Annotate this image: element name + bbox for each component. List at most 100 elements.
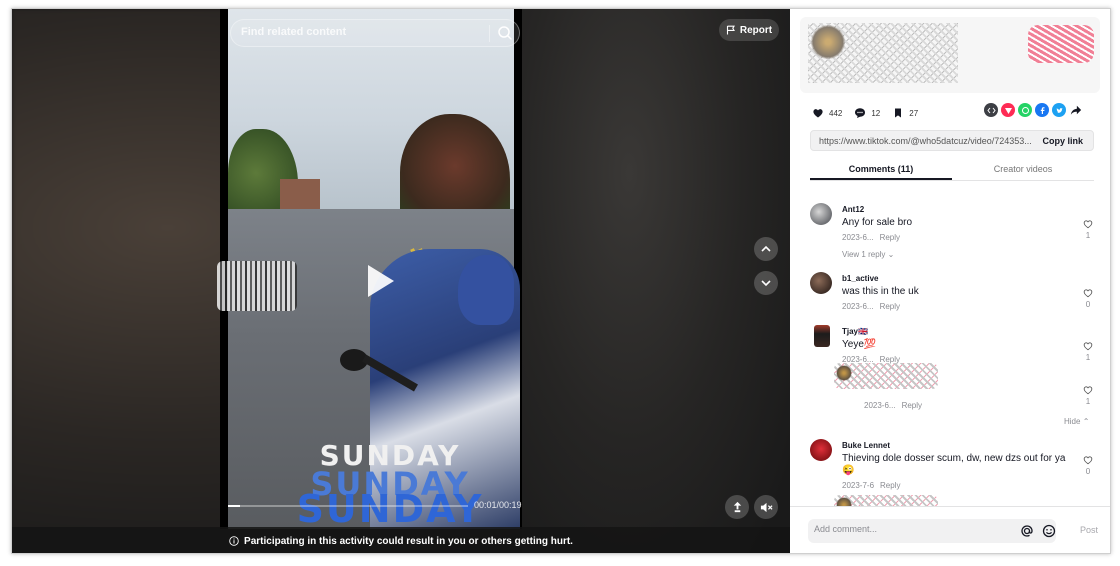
video-progress-fill	[228, 505, 240, 507]
comment-stat[interactable]: 12	[854, 107, 880, 119]
pixelated-overlay	[217, 261, 297, 311]
comment-date: 2023-7-6	[842, 481, 875, 490]
pixelated-reply-author	[834, 363, 938, 389]
search-input[interactable]	[241, 26, 481, 38]
hide-label: Hide	[1064, 417, 1081, 426]
safety-warning-text: Participating in this activity could res…	[244, 535, 573, 547]
heart-outline-icon	[1083, 342, 1093, 351]
avatar[interactable]	[810, 272, 832, 294]
safety-warning-banner: Participating in this activity could res…	[12, 527, 790, 553]
avatar[interactable]	[810, 203, 832, 225]
volume-muted-icon	[760, 502, 772, 512]
heart-outline-icon	[1083, 289, 1093, 298]
comment-like-count: 1	[1085, 231, 1091, 240]
save-count: 27	[909, 108, 919, 118]
reply-button[interactable]: Reply	[880, 233, 900, 242]
video-url[interactable]: https://www.tiktok.com/@who5datcuz/video…	[811, 136, 1032, 146]
comment-text: was this in the uk	[842, 286, 919, 297]
comment-username[interactable]: Tjay🇬🇧	[842, 327, 868, 336]
comment-username[interactable]: Ant12	[842, 205, 864, 214]
flag-icon	[726, 25, 735, 35]
reply-meta: 2023-6... Reply	[864, 401, 922, 410]
avatar[interactable]	[810, 439, 832, 461]
mention-icon[interactable]	[1020, 524, 1034, 538]
video-time: 00:01/00:19	[474, 500, 522, 510]
video-link-box: https://www.tiktok.com/@who5datcuz/video…	[810, 130, 1094, 151]
comment-date: 2023-6...	[842, 233, 874, 242]
mute-button[interactable]	[754, 495, 778, 519]
reply-button[interactable]: Reply	[880, 302, 900, 311]
previous-video-button[interactable]	[754, 237, 778, 261]
comment-list: Ant12 Any for sale bro 2023-6... Reply Vi…	[790, 189, 1110, 506]
emoji-icon[interactable]	[1042, 524, 1056, 538]
details-panel: 442 12 27 https://www.tiktok.com/@who5da…	[790, 9, 1110, 553]
comment-like-count: 0	[1085, 300, 1091, 309]
bookmark-icon	[895, 108, 902, 118]
save-stat[interactable]: 27	[892, 107, 918, 119]
post-button[interactable]: Post	[1080, 525, 1098, 535]
pixelated-author-info	[808, 23, 958, 83]
comment-text: Any for sale bro	[842, 217, 913, 228]
search-icon[interactable]	[497, 25, 513, 41]
video-pane: SUNDAY SUNDAY SUNDAY Report 00:01/00:19	[12, 9, 790, 553]
comment-input[interactable]	[814, 524, 1004, 534]
comment-username[interactable]: Buke Lennet	[842, 441, 890, 450]
overlay-text-3: SUNDAY	[296, 487, 484, 529]
pixelated-follow-button	[1028, 25, 1094, 63]
heart-icon	[813, 109, 823, 118]
next-video-button[interactable]	[754, 271, 778, 295]
comment-like[interactable]: 0	[1080, 288, 1096, 309]
whatsapp-icon[interactable]	[1018, 103, 1032, 117]
twitter-icon[interactable]	[1052, 103, 1066, 117]
chevron-down-icon: ⌄	[887, 250, 895, 259]
share-icons	[984, 103, 1083, 117]
reply-like[interactable]: 1	[1080, 385, 1096, 406]
search-bar[interactable]	[230, 19, 520, 47]
reply-button[interactable]: Reply	[902, 401, 922, 410]
reply-date: 2023-6...	[864, 401, 896, 410]
tab-comments[interactable]: Comments (11)	[810, 159, 952, 180]
video-stats: 442 12 27	[812, 105, 918, 121]
video-progress-bar[interactable]	[228, 505, 468, 507]
tab-creator-videos[interactable]: Creator videos	[952, 159, 1094, 180]
tiktok-send-icon[interactable]	[1001, 103, 1015, 117]
comment-like[interactable]: 1	[1080, 219, 1096, 240]
copy-link-button[interactable]: Copy link	[1032, 136, 1093, 146]
report-label: Report	[739, 24, 773, 36]
report-button[interactable]: Report	[719, 19, 779, 41]
author-info-box	[800, 17, 1100, 93]
heart-outline-icon	[1083, 386, 1093, 395]
comment-like[interactable]: 0	[1080, 455, 1096, 476]
comment-like-count: 0	[1085, 467, 1091, 476]
pixelated-avatar	[836, 365, 852, 381]
comment-meta: 2023-6... Reply	[842, 233, 900, 242]
facebook-icon[interactable]	[1035, 103, 1049, 117]
search-divider	[489, 25, 490, 42]
comment-date: 2023-6...	[842, 302, 874, 311]
comment-text: Yeye💯	[842, 339, 877, 350]
reply-like-count: 1	[1085, 397, 1091, 406]
like-stat[interactable]: 442	[812, 107, 842, 119]
hide-replies-button[interactable]: Hide ⌃	[1064, 417, 1089, 426]
video-helmet	[458, 255, 514, 325]
comment-count: 12	[871, 108, 881, 118]
view-replies-button[interactable]: View 1 reply ⌄	[842, 250, 894, 259]
comment-meta: 2023-6... Reply	[842, 302, 900, 311]
comment-like-count: 1	[1085, 353, 1091, 362]
pixelated-avatar	[810, 25, 846, 59]
comment-like[interactable]: 1	[1080, 341, 1096, 362]
chevron-up-icon	[761, 245, 771, 252]
forward-arrow-icon[interactable]	[1069, 103, 1083, 117]
panel-tabs: Comments (11) Creator videos	[810, 159, 1094, 181]
pixelated-reply-author	[834, 495, 938, 506]
pixelated-avatar	[836, 497, 852, 506]
view-replies-label: View 1 reply	[842, 250, 886, 259]
chevron-up-icon: ⌃	[1082, 417, 1090, 426]
floating-player-button[interactable]	[725, 495, 749, 519]
comment-username[interactable]: b1_active	[842, 274, 878, 283]
embed-icon[interactable]	[984, 103, 998, 117]
pip-icon	[733, 501, 741, 512]
play-icon[interactable]	[358, 261, 398, 301]
reply-button[interactable]: Reply	[880, 481, 900, 490]
avatar[interactable]	[814, 325, 830, 347]
